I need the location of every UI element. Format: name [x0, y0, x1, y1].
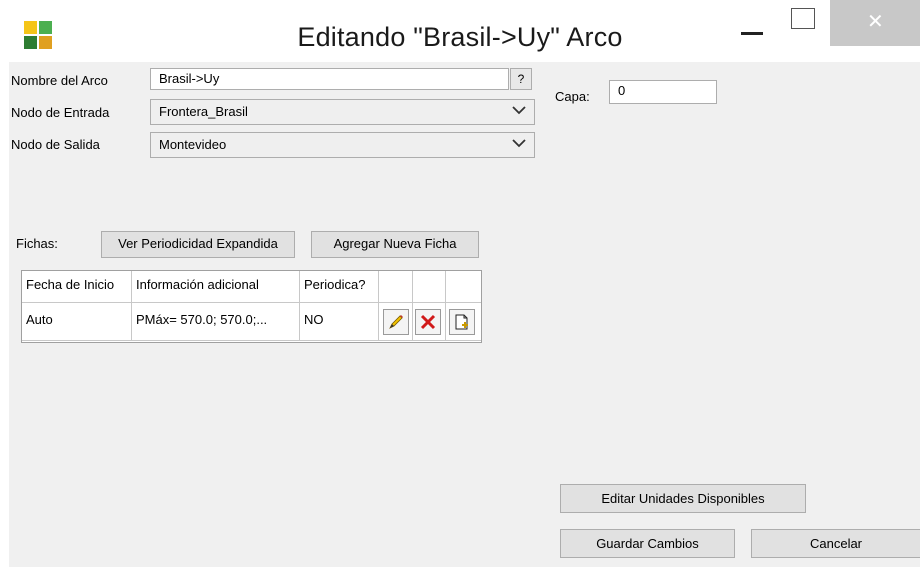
periodica-cell: NO	[300, 303, 379, 341]
chevron-down-icon	[512, 106, 526, 115]
nombre-field[interactable]: Brasil->Uy	[150, 68, 509, 90]
minimize-button[interactable]	[734, 0, 780, 42]
add-document-button[interactable]	[449, 309, 475, 335]
capa-label: Capa:	[555, 89, 590, 104]
column-header[interactable]: Periodica?	[300, 271, 379, 303]
edit-icon	[389, 315, 403, 329]
fecha-cell: Auto	[22, 303, 132, 341]
close-icon: ✕	[867, 9, 884, 33]
entrada-select[interactable]: Frontera_Brasil	[150, 99, 535, 125]
ver-periodicidad-button[interactable]: Ver Periodicidad Expandida	[101, 231, 295, 258]
salida-select[interactable]: Montevideo	[150, 132, 535, 158]
fichas-table: Fecha de Inicio Información adicional Pe…	[21, 270, 482, 343]
cancelar-button[interactable]: Cancelar	[751, 529, 920, 558]
help-button[interactable]: ?	[510, 68, 532, 90]
entrada-label: Nodo de Entrada	[11, 105, 110, 120]
salida-label: Nodo de Salida	[11, 137, 100, 152]
edit-button[interactable]	[383, 309, 409, 335]
entrada-value: Frontera_Brasil	[159, 104, 248, 119]
guardar-cambios-button[interactable]: Guardar Cambios	[560, 529, 735, 558]
column-header	[446, 271, 481, 303]
title-bar: Editando "Brasil->Uy" Arco ✕	[0, 0, 920, 62]
agregar-ficha-button[interactable]: Agregar Nueva Ficha	[311, 231, 479, 258]
salida-value: Montevideo	[159, 137, 227, 152]
maximize-button[interactable]	[788, 0, 834, 42]
info-cell: PMáx= 570.0; 570.0;...	[132, 303, 300, 341]
nombre-label: Nombre del Arco	[11, 73, 108, 88]
delete-button[interactable]	[415, 309, 441, 335]
dialog-window: Editando "Brasil->Uy" Arco ✕ Nombre del …	[0, 0, 920, 567]
close-button[interactable]: ✕	[830, 0, 920, 46]
editar-unidades-button[interactable]: Editar Unidades Disponibles	[560, 484, 806, 513]
column-header[interactable]: Información adicional	[132, 271, 300, 303]
column-header[interactable]: Fecha de Inicio	[22, 271, 132, 303]
chevron-down-icon	[512, 139, 526, 148]
fichas-label: Fichas:	[16, 236, 58, 251]
window-title: Editando "Brasil->Uy" Arco	[297, 22, 623, 52]
add-document-icon	[455, 314, 468, 330]
dialog-content: Nombre del Arco Brasil->Uy ? Nodo de Ent…	[9, 62, 920, 567]
column-header	[379, 271, 413, 303]
delete-icon	[420, 314, 436, 330]
capa-field[interactable]: 0	[609, 80, 717, 104]
column-header	[413, 271, 446, 303]
